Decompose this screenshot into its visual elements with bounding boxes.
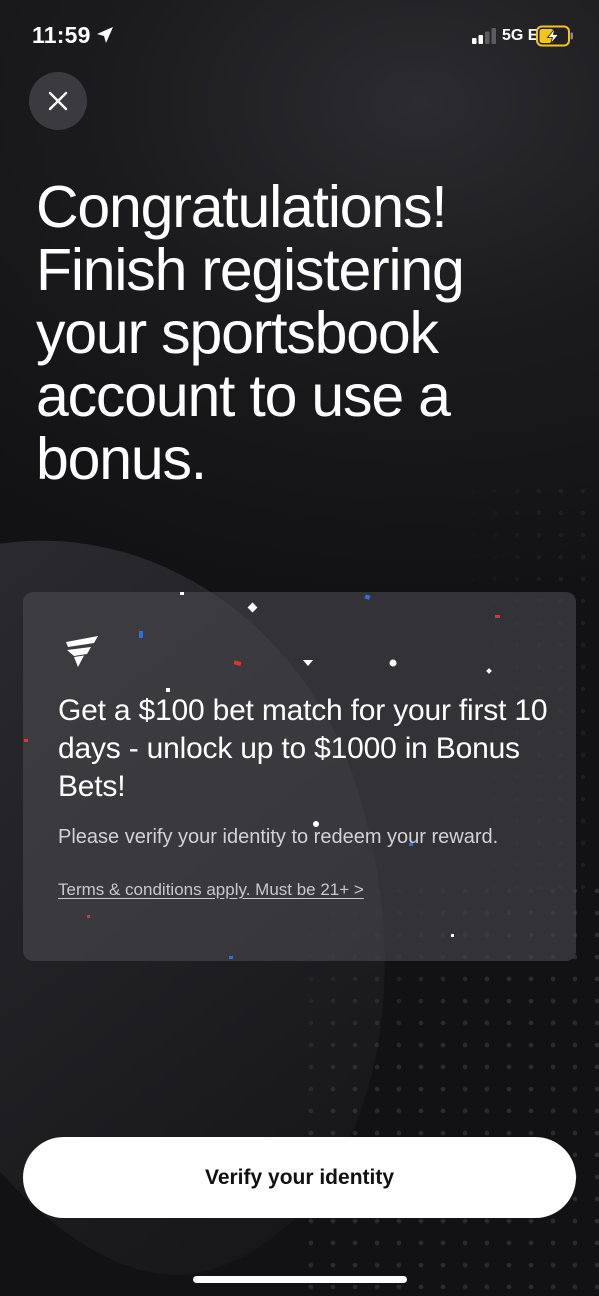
- promo-subtext: Please verify your identity to redeem yo…: [58, 826, 499, 848]
- battery-charging-icon: [536, 25, 573, 47]
- close-button[interactable]: [29, 72, 87, 130]
- page-title: Congratulations! Finish registering your…: [36, 174, 465, 492]
- fanatics-logo: [66, 636, 98, 667]
- status-bar: 11:59 5G E: [0, 0, 599, 70]
- terms-conditions-link[interactable]: Terms & conditions apply. Must be 21+ >: [58, 879, 364, 901]
- promo-headline: Get a $100 bet match for your first 10 d…: [58, 694, 548, 803]
- home-indicator: [193, 1276, 407, 1283]
- network-type-label: 5G E: [502, 27, 539, 44]
- location-arrow-icon: [97, 27, 113, 43]
- verify-identity-button[interactable]: Verify your identity: [23, 1137, 576, 1218]
- status-time: 11:59: [32, 22, 91, 48]
- close-icon: [48, 91, 68, 111]
- promo-card: Get a $100 bet match for your first 10 d…: [23, 592, 576, 961]
- cellular-signal-icon: [472, 28, 496, 44]
